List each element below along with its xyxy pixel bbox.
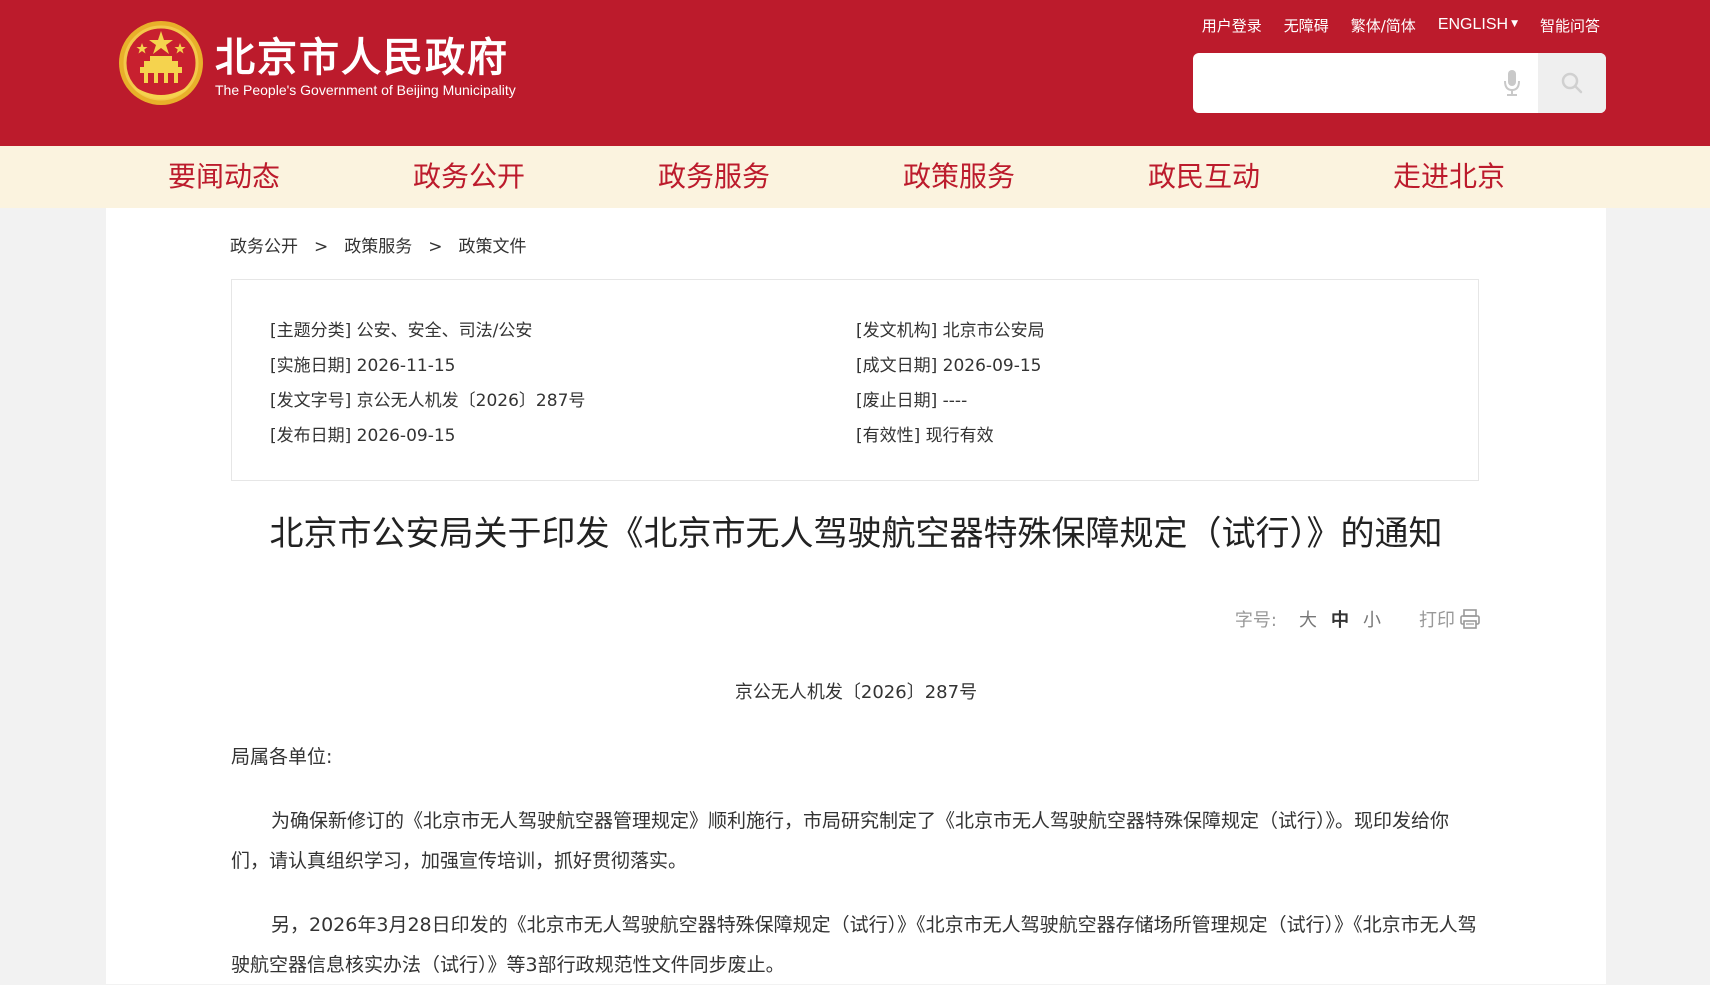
main-content: 政务公开 > 政策服务 > 政策文件 [主题分类] 公安、安全、司法/公安 [实施日期]… [106,208,1606,984]
login-link[interactable]: 用户登录 [1202,15,1262,36]
search-input[interactable] [1193,53,1529,113]
nav-item-interaction[interactable]: 政民互动 [1148,146,1260,208]
meta-issuing-agency: [发文机构] 北京市公安局 [856,321,1045,341]
font-size-label: 字号: [1234,610,1277,631]
english-label: ENGLISH [1437,16,1509,33]
site-subtitle: The People's Government of Beijing Munic… [215,82,516,98]
microphone-icon[interactable] [1502,69,1522,97]
document-paragraph: 为确保新修订的《北京市无人驾驶航空器管理规定》顺利施行，市局研究制定了《北京市无… [231,810,1450,872]
meta-column-left: [主题分类] 公安、安全、司法/公安 [实施日期] 2026-11-15 [发文… [270,314,585,454]
nav-item-about-beijing[interactable]: 走进北京 [1393,146,1505,208]
breadcrumb-item[interactable]: 政策服务 [344,237,412,257]
english-link[interactable]: ENGLISH ▼ [1438,15,1518,36]
breadcrumb-separator: > [428,237,443,257]
document-tools: 字号: 大 中 小 打印 [1235,606,1481,632]
meta-written-date: [成文日期] 2026-09-15 [856,356,1042,376]
smart-qa-link[interactable]: 智能问答 [1540,15,1600,36]
nav-item-gov-services[interactable]: 政务服务 [658,146,770,208]
site-header: 北京市人民政府 The People's Government of Beiji… [0,0,1710,146]
font-size-medium[interactable]: 中 [1331,606,1349,632]
meta-repeal-date: [废止日期] ---- [856,391,968,411]
meta-publish-date: [发布日期] 2026-09-15 [270,426,456,446]
document-title: 北京市公安局关于印发《北京市无人驾驶航空器特殊保障规定（试行）》的通知 [269,514,1443,554]
site-title[interactable]: 北京市人民政府 [215,25,509,83]
document-salutation: 局属各单位: [231,746,333,768]
nav-item-policy-services[interactable]: 政策服务 [903,146,1015,208]
breadcrumb: 政务公开 > 政策服务 > 政策文件 [230,232,527,257]
font-size-small[interactable]: 小 [1363,606,1381,632]
document-paragraph: 另，2026年3月28日印发的《北京市无人驾驶航空器特殊保障规定（试行）》《北京… [231,914,1477,976]
breadcrumb-item[interactable]: 政务公开 [230,237,298,257]
traditional-simplified-link[interactable]: 繁体/简体 [1351,15,1416,36]
document-number: 京公无人机发〔2026〕287号 [734,682,978,703]
printer-icon [1460,609,1480,629]
national-emblem-icon[interactable] [118,19,204,107]
breadcrumb-item[interactable]: 政策文件 [459,237,527,257]
search-icon [1561,72,1583,94]
search-box [1193,53,1606,113]
nav-item-news[interactable]: 要闻动态 [168,146,280,208]
meta-column-right: [发文机构] 北京市公安局 [成文日期] 2026-09-15 [废止日期] -… [856,314,1045,454]
chevron-down-icon: ▼ [1511,19,1518,29]
accessibility-link[interactable]: 无障碍 [1284,15,1329,36]
font-size-large[interactable]: 大 [1299,606,1317,632]
meta-effective-date: [实施日期] 2026-11-15 [270,356,456,376]
meta-topic: [主题分类] 公安、安全、司法/公安 [270,321,533,341]
main-nav: 要闻动态 政务公开 政务服务 政策服务 政民互动 走进北京 [0,146,1710,208]
search-button[interactable] [1538,53,1606,113]
top-links: 用户登录 无障碍 繁体/简体 ENGLISH ▼ 智能问答 [1180,15,1600,36]
breadcrumb-separator: > [314,237,329,257]
print-label: 打印 [1419,610,1455,631]
meta-validity: [有效性] 现行有效 [856,426,994,446]
document-meta-box: [主题分类] 公安、安全、司法/公安 [实施日期] 2026-11-15 [发文… [231,279,1479,481]
print-button[interactable]: 打印 [1419,606,1481,632]
meta-doc-number: [发文字号] 京公无人机发〔2026〕287号 [270,391,586,411]
nav-item-gov-affairs[interactable]: 政务公开 [413,146,525,208]
